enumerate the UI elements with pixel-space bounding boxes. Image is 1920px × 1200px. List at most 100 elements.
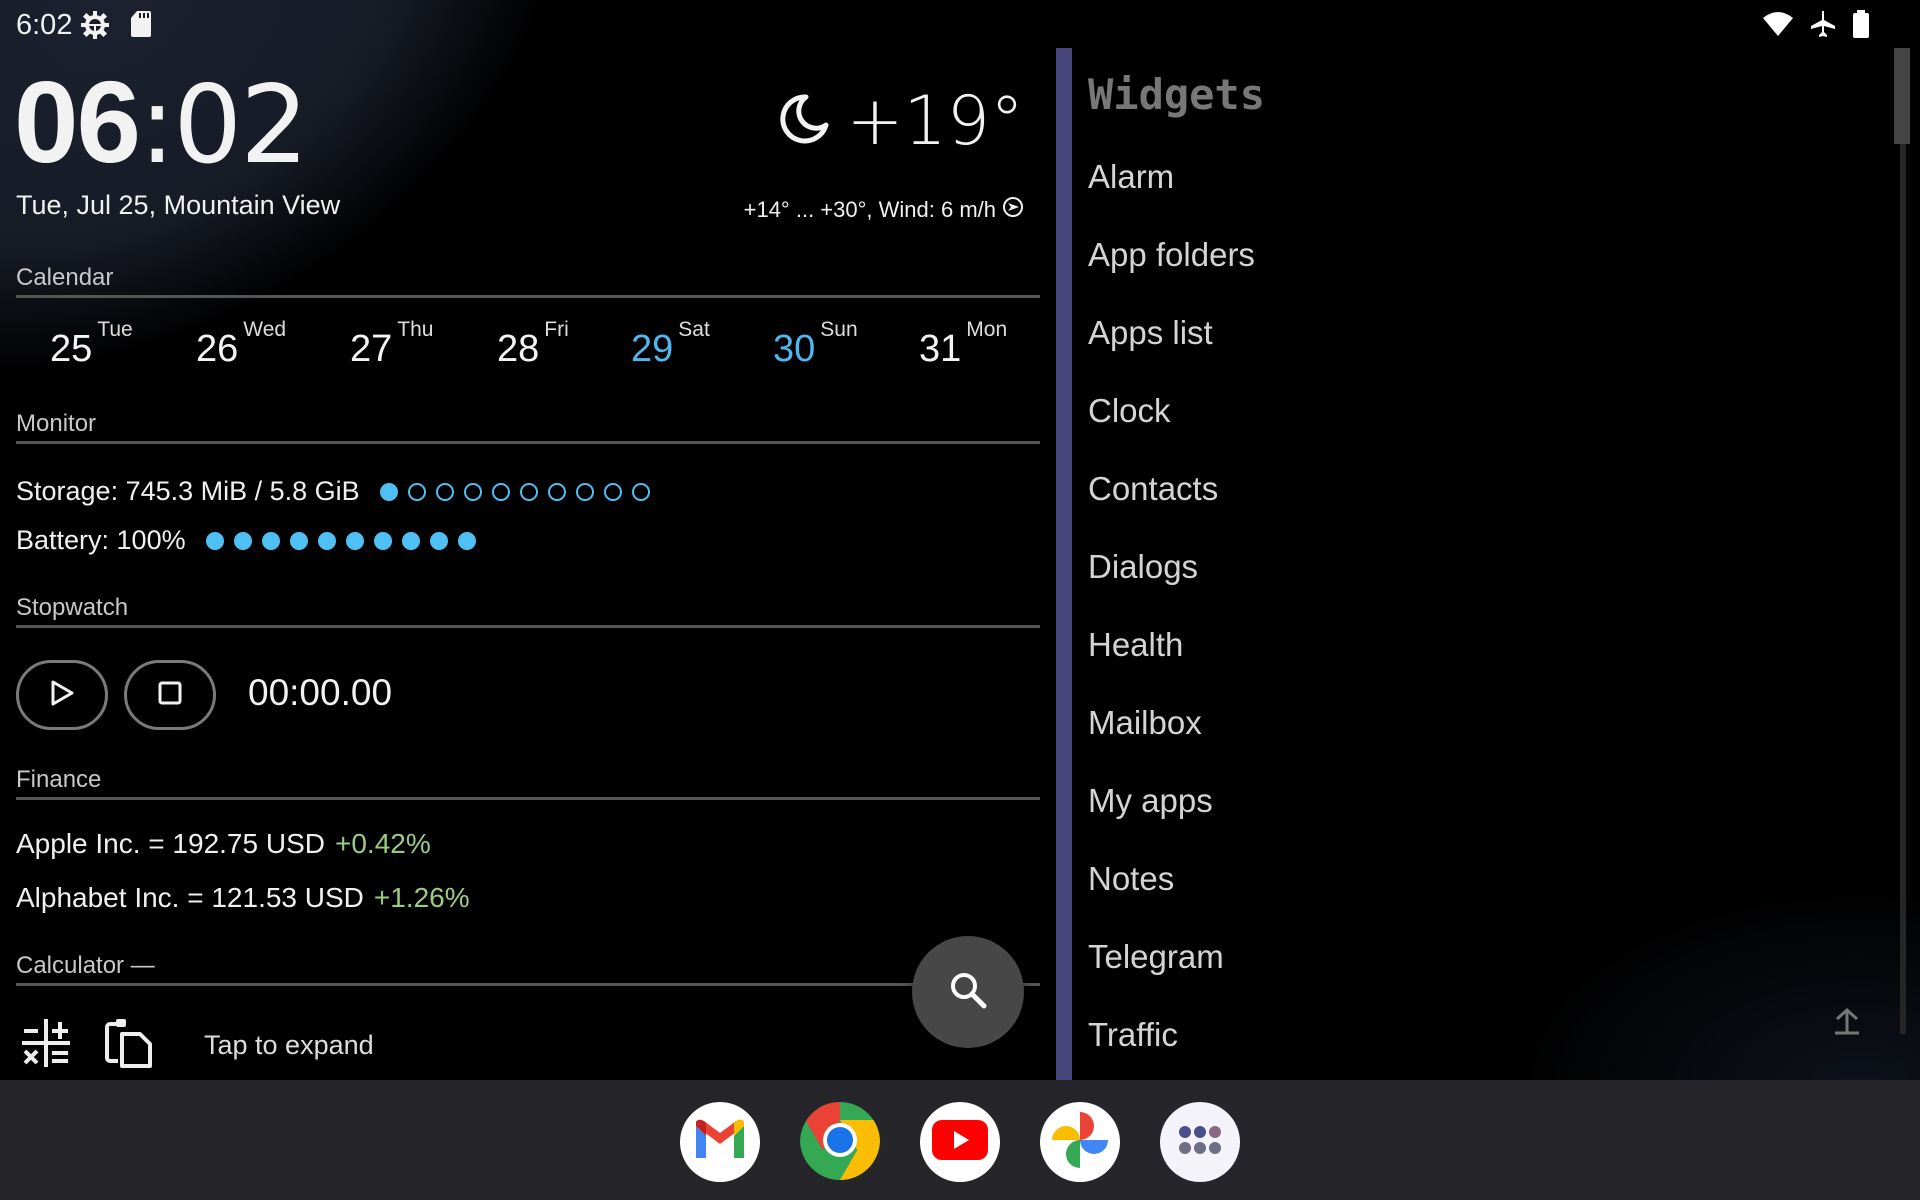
dock-app-chrome[interactable] <box>800 1102 880 1182</box>
gmail-icon <box>692 1118 748 1167</box>
search-icon <box>948 970 988 1015</box>
day-of-week: Sat <box>678 318 710 341</box>
level-dot-empty <box>631 482 650 501</box>
panel-accent-bar <box>1056 48 1072 1080</box>
chrome-icon <box>800 1102 880 1182</box>
stopwatch-divider <box>16 625 1040 628</box>
stopwatch-play-button[interactable] <box>16 660 108 730</box>
day-of-week: Wed <box>243 318 287 341</box>
widget-item-alarm[interactable]: Alarm <box>1088 158 1174 196</box>
scroll-to-top-button[interactable] <box>1832 1006 1862 1041</box>
app-dock <box>0 1080 1920 1200</box>
calculator-tap-to-expand[interactable]: Tap to expand <box>204 1030 374 1061</box>
weather-widget[interactable]: +19° <box>776 82 1024 161</box>
calendar-day-weekend[interactable]: 30 Sun <box>773 318 858 371</box>
battery-monitor[interactable]: Battery: 100% <box>16 525 476 556</box>
level-dot-filled <box>457 531 476 550</box>
level-dot-filled <box>317 531 336 550</box>
widget-item-mailbox[interactable]: Mailbox <box>1088 704 1202 742</box>
widget-item-clock[interactable]: Clock <box>1088 392 1171 430</box>
status-bar: 6:02 <box>0 0 1920 48</box>
day-number: 28 <box>497 328 540 370</box>
level-dot-empty <box>519 482 538 501</box>
day-number: 26 <box>196 328 239 370</box>
widgets-scrollbar-thumb[interactable] <box>1894 48 1910 144</box>
widgets-scrollbar-track[interactable] <box>1900 48 1906 1034</box>
widget-item-dialogs[interactable]: Dialogs <box>1088 548 1198 586</box>
level-dot-filled <box>205 531 224 550</box>
widget-item-health[interactable]: Health <box>1088 626 1183 664</box>
finance-section-title: Finance <box>16 766 102 793</box>
app-drawer-icon <box>1178 1125 1222 1160</box>
calculator-section-title[interactable]: Calculator — <box>16 952 155 980</box>
widget-item-telegram[interactable]: Telegram <box>1088 938 1224 976</box>
day-number: 29 <box>631 328 674 370</box>
battery-full-icon <box>1852 10 1870 43</box>
level-dot-filled <box>233 531 252 550</box>
dock-app-photos[interactable] <box>1040 1102 1120 1182</box>
calendar-week: 25 Tue 26 Wed 27 Thu 28 Fri 29 Sat 30 Sun 31 Mo… <box>0 318 1040 378</box>
level-dot-empty <box>547 482 566 501</box>
day-of-week: Mon <box>966 318 1008 341</box>
paste-clipboard-icon[interactable] <box>102 1016 156 1075</box>
storage-monitor[interactable]: Storage: 745.3 MiB / 5.8 GiB <box>16 476 650 507</box>
storage-label: Storage: 745.3 MiB / 5.8 GiB <box>16 476 360 506</box>
clock-minutes: 02 <box>173 63 308 188</box>
calendar-day[interactable]: 26 Wed <box>196 318 286 371</box>
widgets-panel-title: Widgets <box>1088 70 1266 119</box>
level-dot-empty <box>463 482 482 501</box>
level-dot-filled <box>345 531 364 550</box>
play-icon <box>49 679 75 712</box>
wind-direction-icon <box>1002 196 1024 224</box>
weather-details-text: +14° ... +30°, Wind: 6 m/h <box>743 197 996 222</box>
stopwatch-time: 00:00.00 <box>248 672 393 713</box>
weather-temperature: +19° <box>846 82 1024 161</box>
level-dot-empty <box>407 482 426 501</box>
stock-row[interactable]: Apple Inc. = 192.75 USD +0.42% <box>16 828 431 860</box>
calendar-day[interactable]: 25 Tue <box>50 318 133 371</box>
level-dot-filled <box>379 482 398 501</box>
monitor-section-title: Monitor <box>16 410 97 437</box>
clock-widget[interactable]: 06:02 <box>14 62 309 188</box>
monitor-divider <box>16 441 1040 444</box>
widget-item-traffic[interactable]: Traffic <box>1088 1016 1178 1054</box>
calendar-day[interactable]: 28 Fri <box>497 318 569 371</box>
weather-details[interactable]: +14° ... +30°, Wind: 6 m/h <box>744 196 1024 224</box>
level-dot-empty <box>575 482 594 501</box>
widget-item-contacts[interactable]: Contacts <box>1088 470 1218 508</box>
stopwatch-stop-button[interactable] <box>124 660 216 730</box>
level-dot-filled <box>289 531 308 550</box>
calendar-day[interactable]: 27 Thu <box>350 318 433 371</box>
dock-app-gmail[interactable] <box>680 1102 760 1182</box>
search-button[interactable] <box>912 936 1024 1048</box>
calendar-day-weekend[interactable]: 29 Sat <box>631 318 710 371</box>
stock-change: +1.26% <box>373 882 470 913</box>
date-location[interactable]: Tue, Jul 25, Mountain View <box>16 190 340 221</box>
day-number: 31 <box>919 328 962 370</box>
stock-row[interactable]: Alphabet Inc. = 121.53 USD +1.26% <box>16 882 470 914</box>
stock-quote: Alphabet Inc. = 121.53 USD <box>16 882 364 913</box>
widget-item-my-apps[interactable]: My apps <box>1088 782 1213 820</box>
calendar-section-title: Calendar <box>16 264 114 291</box>
dock-app-drawer[interactable] <box>1160 1102 1240 1182</box>
widget-item-app-folders[interactable]: App folders <box>1088 236 1255 274</box>
stock-change: +0.42% <box>334 828 431 859</box>
battery-label: Battery: 100% <box>16 525 186 555</box>
calendar-divider <box>16 295 1040 298</box>
level-dot-filled <box>429 531 448 550</box>
clock-separator: : <box>139 63 175 188</box>
finance-divider <box>16 797 1040 800</box>
stop-icon <box>158 681 182 710</box>
widget-item-notes[interactable]: Notes <box>1088 860 1174 898</box>
battery-level-dots <box>205 531 476 550</box>
day-number: 25 <box>50 328 93 370</box>
clock-hours: 06 <box>14 57 141 187</box>
calculator-divider <box>16 983 1040 986</box>
widget-item-apps-list[interactable]: Apps list <box>1088 314 1213 352</box>
calendar-day[interactable]: 31 Mon <box>919 318 1007 371</box>
dock-app-youtube[interactable] <box>920 1102 1000 1182</box>
day-number: 27 <box>350 328 393 370</box>
calculator-icon[interactable] <box>20 1017 72 1074</box>
level-dot-empty <box>491 482 510 501</box>
day-of-week: Thu <box>397 318 434 341</box>
